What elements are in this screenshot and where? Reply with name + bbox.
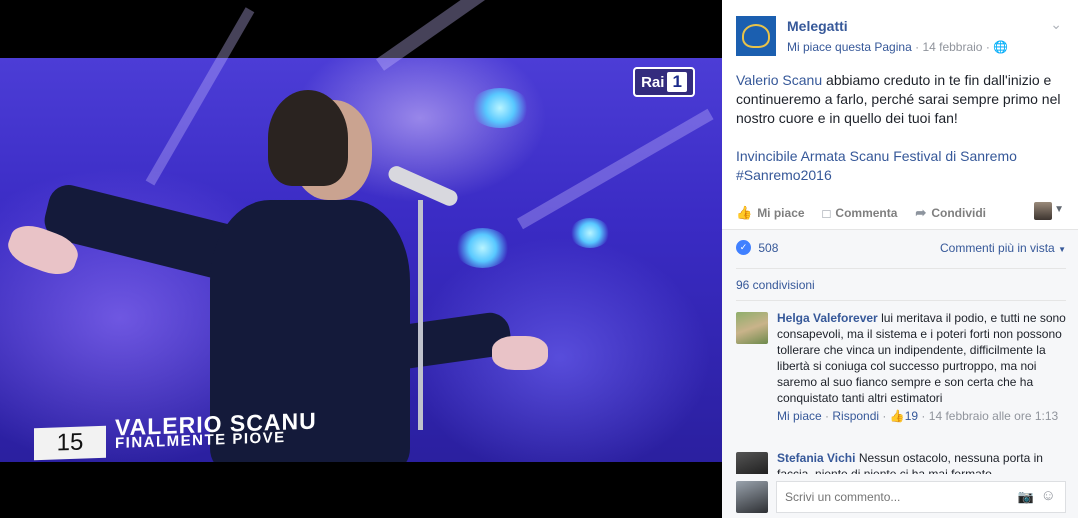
camera-icon[interactable]: 📷 [1018, 489, 1034, 505]
like-button-label: Mi piace [757, 206, 805, 220]
mention-link[interactable]: Valerio Scanu [736, 72, 822, 88]
emoji-icon[interactable]: ☺ [1041, 487, 1056, 504]
post-meta: Mi piace questa Pagina · 14 febbraio · 🌐 [787, 40, 1008, 54]
letterbox-band [0, 462, 722, 518]
comment-button-label: Commenta [835, 206, 898, 220]
comment-reaction-count: 19 [904, 409, 919, 423]
feedback-section: ✓ 508 Commenti più in vista ▼ 96 condivi… [722, 229, 1078, 518]
stage-spotlight [455, 228, 510, 268]
globe-icon: 🌐 [993, 40, 1009, 54]
likes-count[interactable]: 508 [758, 241, 778, 255]
melegatti-crest-icon[interactable] [736, 16, 776, 56]
share-button[interactable]: ➦ Condividi [915, 205, 986, 221]
crest-shape [742, 24, 770, 48]
caret-down-icon[interactable]: ▼ [1054, 204, 1064, 215]
post-photo[interactable]: Rai 1 15 VALERIO SCANU FINALMENTE PIOVE [0, 0, 722, 518]
page-name-link[interactable]: Melegatti [787, 18, 848, 34]
light-beam [375, 0, 597, 71]
comment-sort-dropdown[interactable]: Commenti più in vista ▼ [940, 241, 1066, 255]
post-header: Melegatti Mi piace questa Pagina · 14 fe… [736, 16, 1066, 60]
thumbs-up-icon: 👍 [736, 205, 753, 220]
comment-reply-link[interactable]: Rispondi [832, 409, 879, 423]
share-arrow-icon: ➦ [915, 205, 927, 220]
comment-sort-label: Commenti più in vista [940, 241, 1055, 255]
like-page-link[interactable]: Mi piace questa Pagina [787, 40, 912, 54]
comment-author[interactable]: Stefania Vichi [777, 451, 855, 465]
comment-composer: 📷 ☺ [736, 481, 1066, 513]
divider [736, 300, 1066, 301]
chevron-down-icon[interactable]: ⌄ [1050, 16, 1062, 33]
performer-number: 15 [34, 425, 106, 461]
shares-count[interactable]: 96 condivisioni [736, 278, 815, 292]
caret-down-icon: ▼ [1058, 245, 1066, 254]
likes-row: ✓ 508 Commenti più in vista ▼ [736, 240, 1066, 260]
comment-meta: Mi piace · Rispondi · 👍19 · 14 febbraio … [777, 408, 1066, 424]
like-button[interactable]: 👍 Mi piace [736, 205, 805, 221]
action-bar: 👍 Mi piace □ Commenta ➦ Condividi ▼ [736, 200, 1066, 226]
post-date[interactable]: 14 febbraio [922, 40, 982, 54]
comment-body: Helga Valeforever lui meritava il podio,… [777, 310, 1066, 424]
meta-separator: · [921, 409, 929, 423]
comment-body: Stefania Vichi Nessun ostacolo, nessuna … [777, 450, 1066, 474]
like-reaction-icon: ✓ [736, 240, 751, 256]
avatar[interactable] [1034, 202, 1052, 220]
comment-like-link[interactable]: Mi piace [777, 409, 822, 423]
microphone-stand [418, 200, 423, 430]
rai-logo-number: 1 [667, 72, 687, 92]
avatar[interactable] [736, 452, 768, 474]
comment-timestamp[interactable]: 14 febbraio alle ore 1:13 [929, 409, 1058, 423]
stage-spotlight [570, 218, 610, 248]
singer-right-hand [492, 336, 548, 370]
stage-spotlight [470, 88, 530, 128]
post-text: Valerio Scanu abbiamo creduto in te fin … [736, 71, 1066, 185]
singer-hair [268, 90, 348, 186]
comment-button[interactable]: □ Commenta [823, 206, 898, 221]
speech-bubble-icon: □ [822, 205, 831, 221]
post-hashtags[interactable]: Invincibile Armata Scanu Festival di San… [736, 147, 1066, 185]
avatar[interactable] [736, 312, 768, 344]
post-side-panel: Melegatti Mi piace questa Pagina · 14 fe… [722, 0, 1078, 518]
rai-logo-text: Rai [641, 73, 665, 91]
light-beam [145, 7, 255, 186]
post-message: Valerio Scanu abbiamo creduto in te fin … [736, 71, 1066, 128]
comment-item: Helga Valeforever lui meritava il podio,… [736, 310, 1066, 424]
divider [736, 268, 1066, 269]
comment-item: Stefania Vichi Nessun ostacolo, nessuna … [736, 450, 1066, 474]
light-beam [517, 108, 714, 230]
comment-author[interactable]: Helga Valeforever [777, 311, 878, 325]
comment-text: lui meritava il podio, e tutti ne sono c… [777, 311, 1066, 405]
comment-reactions[interactable]: 👍19 [890, 409, 918, 423]
share-button-label: Condividi [931, 206, 986, 220]
meta-separator: · [882, 409, 890, 423]
avatar[interactable] [736, 481, 768, 513]
rai-channel-logo: Rai 1 [633, 67, 695, 97]
